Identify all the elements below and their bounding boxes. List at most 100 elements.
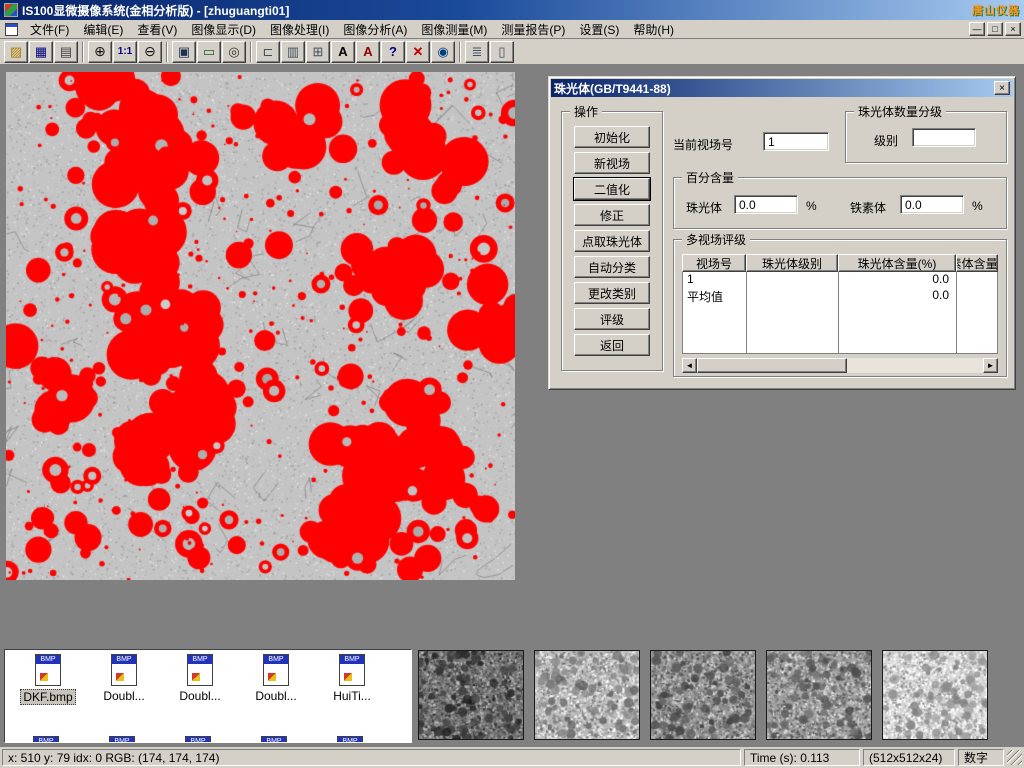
change-class-button[interactable]: 更改类别 xyxy=(574,282,650,304)
open-button[interactable]: ▨ xyxy=(4,41,28,63)
window-title: IS100显微摄像系统(金相分析版) - [zhuguangti01] xyxy=(22,2,289,19)
preview-thumbnail[interactable] xyxy=(882,650,988,740)
dialog-title-bar[interactable]: 珠光体(GB/T9441-88) × xyxy=(551,79,1013,97)
preview-thumbnail[interactable] xyxy=(766,650,872,740)
restore-button[interactable]: □ xyxy=(987,22,1003,36)
vertical-ruler-button[interactable]: ▯ xyxy=(490,41,514,63)
pick-pearlite-button[interactable]: 点取珠光体 xyxy=(574,230,650,252)
resize-grip[interactable] xyxy=(1007,750,1022,765)
annotate-text-button[interactable]: A xyxy=(331,41,355,63)
menu-image-process[interactable]: 图像处理(I) xyxy=(263,20,336,39)
status-bar: x: 510 y: 79 idx: 0 RGB: (174, 174, 174)… xyxy=(0,747,1024,768)
scrollbar-track[interactable] xyxy=(847,358,983,373)
bmp-file-icon[interactable]: BMP xyxy=(337,736,363,743)
file-item[interactable]: BMP Doubl... xyxy=(87,654,161,703)
current-field-input[interactable] xyxy=(763,132,829,151)
table-row[interactable]: 1 0.0 xyxy=(683,272,997,288)
bmp-file-icon[interactable]: BMP xyxy=(33,736,59,743)
preview-thumbnail[interactable] xyxy=(418,650,524,740)
close-child-button[interactable]: × xyxy=(1005,22,1021,36)
menu-file[interactable]: 文件(F) xyxy=(23,20,76,39)
zoom-out-button[interactable]: ⊖ xyxy=(138,41,162,63)
bmp-file-icon: BMP xyxy=(263,654,289,686)
file-item[interactable]: BMP Doubl... xyxy=(163,654,237,703)
menu-image-display[interactable]: 图像显示(D) xyxy=(184,20,263,39)
bmp-file-icon[interactable]: BMP xyxy=(185,736,211,743)
pearlite-percent-input[interactable] xyxy=(734,195,798,214)
bmp-file-icon: BMP xyxy=(35,654,61,686)
histogram-button[interactable]: ≣ xyxy=(465,41,489,63)
column-header-ferrite: 铁素体含量(%) xyxy=(956,254,998,272)
grade-label: 级别 xyxy=(874,132,898,149)
menu-image-measure[interactable]: 图像测量(M) xyxy=(414,20,494,39)
grade-button[interactable]: 评级 xyxy=(574,308,650,330)
grade-group: 珠光体数量分级 级别 xyxy=(845,111,1007,163)
correct-button[interactable]: 修正 xyxy=(574,204,650,226)
app-icon[interactable] xyxy=(4,3,18,17)
file-item[interactable]: BMP HuiTi... xyxy=(315,654,389,703)
preview-thumbnail[interactable] xyxy=(534,650,640,740)
file-item[interactable]: BMP Doubl... xyxy=(239,654,313,703)
binarize-button[interactable]: 二值化 xyxy=(574,178,650,200)
bmp-file-icon[interactable]: BMP xyxy=(109,736,135,743)
annotate-text-style-button[interactable]: A xyxy=(356,41,380,63)
ruler-button[interactable]: ▥ xyxy=(281,41,305,63)
operations-group: 操作 初始化 新视场 二值化 修正 点取珠光体 自动分类 更改类别 评级 返回 xyxy=(561,111,663,371)
actual-size-button[interactable]: 1:1 xyxy=(113,41,137,63)
measure-button[interactable]: ⊞ xyxy=(306,41,330,63)
dialog-body: 操作 初始化 新视场 二值化 修正 点取珠光体 自动分类 更改类别 评级 返回 … xyxy=(551,97,1013,385)
ferrite-percent-input[interactable] xyxy=(900,195,964,214)
dialog-close-button[interactable]: × xyxy=(994,81,1010,95)
child-window-icon[interactable] xyxy=(5,23,18,36)
menu-settings[interactable]: 设置(S) xyxy=(572,20,626,39)
capture-button[interactable]: ▣ xyxy=(172,41,196,63)
minimize-button[interactable]: — xyxy=(969,22,985,36)
save-icon: ▦ xyxy=(35,44,47,60)
scroll-left-arrow[interactable]: ◄ xyxy=(682,358,697,373)
zoom-in-icon: ⊕ xyxy=(94,43,106,60)
file-item[interactable]: BMP DKF.bmp xyxy=(11,654,85,705)
preview-thumbnail[interactable] xyxy=(650,650,756,740)
menu-image-analysis[interactable]: 图像分析(A) xyxy=(336,20,414,39)
bmp-file-icon[interactable]: BMP xyxy=(261,736,287,743)
text-style-icon: A xyxy=(363,44,372,59)
title-bar: IS100显微摄像系统(金相分析版) - [zhuguangti01] 唐山仪器 xyxy=(0,0,1024,20)
toolbar-separator xyxy=(250,42,252,62)
new-field-button[interactable]: 新视场 xyxy=(574,152,650,174)
table-row[interactable]: 平均值 0.0 xyxy=(683,288,997,304)
percent-group: 百分含量 珠光体 % 铁素体 % xyxy=(673,177,1007,229)
init-button[interactable]: 初始化 xyxy=(574,126,650,148)
table-horizontal-scrollbar[interactable]: ◄ ► xyxy=(682,358,998,373)
display-button[interactable]: ▭ xyxy=(197,41,221,63)
help-icon: ? xyxy=(389,44,397,59)
column-header-grade: 珠光体级别 xyxy=(746,254,838,272)
pearlite-dialog: 珠光体(GB/T9441-88) × 操作 初始化 新视场 二值化 修正 点取珠… xyxy=(548,76,1016,390)
camera-icon: ◎ xyxy=(228,44,239,60)
toolbar-separator xyxy=(82,42,84,62)
scrollbar-thumb[interactable] xyxy=(697,358,847,373)
save-button[interactable]: ▦ xyxy=(29,41,53,63)
operations-group-label: 操作 xyxy=(570,103,602,120)
measure-grid-icon: ⊞ xyxy=(313,44,324,60)
menu-report[interactable]: 测量报告(P) xyxy=(494,20,572,39)
menu-view[interactable]: 查看(V) xyxy=(130,20,184,39)
eye-tool-button[interactable]: ◉ xyxy=(431,41,455,63)
menu-help[interactable]: 帮助(H) xyxy=(626,20,681,39)
metallograph-image[interactable] xyxy=(6,72,515,580)
bmp-file-icon: BMP xyxy=(187,654,213,686)
grade-input[interactable] xyxy=(912,128,976,147)
return-button[interactable]: 返回 xyxy=(574,334,650,356)
delete-tool-button[interactable]: ✕ xyxy=(406,41,430,63)
scroll-right-arrow[interactable]: ► xyxy=(983,358,998,373)
print-button[interactable]: ▤ xyxy=(54,41,78,63)
auto-classify-button[interactable]: 自动分类 xyxy=(574,256,650,278)
zoom-in-button[interactable]: ⊕ xyxy=(88,41,112,63)
bottom-panel: BMP DKF.bmp BMP Doubl... BMP Doubl... BM… xyxy=(0,645,1024,747)
caliper-button[interactable]: ⊏ xyxy=(256,41,280,63)
cell-pearlite: 0.0 xyxy=(839,288,949,302)
camera-button[interactable]: ◎ xyxy=(222,41,246,63)
cell-pearlite: 0.0 xyxy=(839,272,949,286)
menu-edit[interactable]: 编辑(E) xyxy=(76,20,130,39)
help-button[interactable]: ? xyxy=(381,41,405,63)
vendor-watermark: 唐山仪器 xyxy=(972,2,1020,18)
